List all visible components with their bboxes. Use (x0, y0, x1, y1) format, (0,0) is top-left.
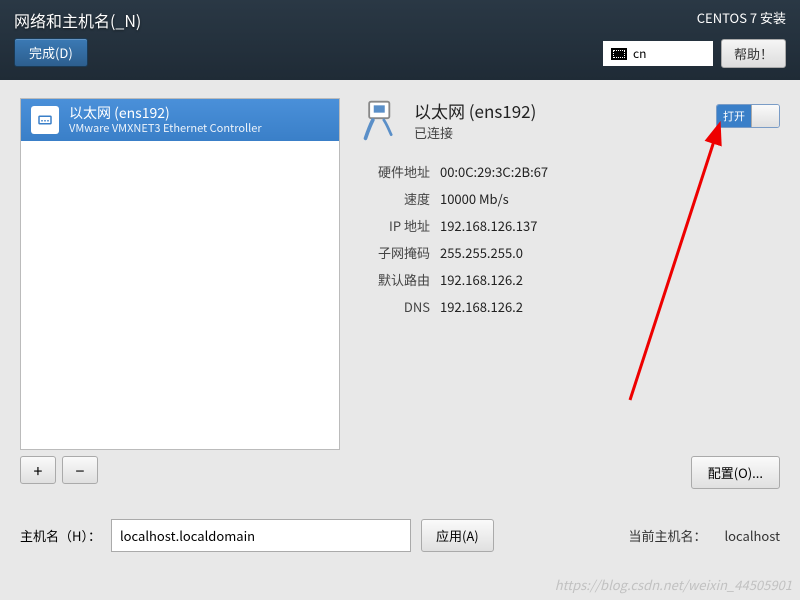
detail-title: 以太网 (ens192) (414, 98, 536, 123)
hostname-label: 主机名（H）： (20, 526, 101, 545)
done-button[interactable]: 完成(D) (14, 38, 88, 67)
installer-title: CENTOS 7 安装 (603, 8, 786, 27)
value-mask: 255.255.255.0 (440, 243, 523, 262)
header-controls: cn 帮助！ (603, 39, 786, 68)
ethernet-icon (360, 98, 404, 142)
header-right: CENTOS 7 安装 cn 帮助！ (603, 8, 786, 68)
configure-button[interactable]: 配置(O)... (691, 456, 780, 489)
add-device-button[interactable]: + (20, 456, 56, 484)
keyboard-icon (611, 48, 627, 60)
device-list[interactable]: 以太网 (ens192) VMware VMXNET3 Ethernet Con… (20, 98, 340, 450)
help-button[interactable]: 帮助！ (721, 39, 786, 68)
connection-status: 已连接 (414, 123, 536, 142)
value-dns: 192.168.126.2 (440, 297, 523, 316)
value-ip: 192.168.126.137 (440, 216, 537, 235)
info-table: 硬件地址 00:0C:29:3C:2B:67 速度 10000 Mb/s IP 地址… (360, 162, 780, 316)
value-speed: 10000 Mb/s (440, 189, 509, 208)
nic-icon (31, 106, 59, 134)
label-dns: DNS (360, 297, 430, 316)
current-hostname-value: localhost (724, 526, 780, 545)
connection-toggle[interactable]: 打开 (716, 104, 780, 128)
hostname-input[interactable] (111, 519, 411, 552)
device-column: 以太网 (ens192) VMware VMXNET3 Ethernet Con… (20, 98, 340, 484)
watermark: https://blog.csdn.net/weixin_44505901 (555, 575, 792, 594)
row-mask: 子网掩码 255.255.255.0 (360, 243, 780, 262)
detail-column: 以太网 (ens192) 已连接 打开 硬件地址 00:0C:29:3C:2B:6… (360, 98, 780, 484)
label-ip: IP 地址 (360, 216, 430, 235)
label-mask: 子网掩码 (360, 243, 430, 262)
current-hostname-label: 当前主机名： (628, 526, 706, 545)
row-gw: 默认路由 192.168.126.2 (360, 270, 780, 289)
label-hw: 硬件地址 (360, 162, 430, 181)
remove-device-button[interactable]: − (62, 456, 98, 484)
toggle-handle (751, 105, 779, 127)
hostname-row: 主机名（H）： 应用(A) 当前主机名： localhost (20, 519, 780, 552)
value-hw: 00:0C:29:3C:2B:67 (440, 162, 548, 181)
device-item-ens192[interactable]: 以太网 (ens192) VMware VMXNET3 Ethernet Con… (21, 99, 339, 141)
toggle-on-label: 打开 (717, 105, 751, 127)
device-subtitle: VMware VMXNET3 Ethernet Controller (69, 122, 262, 135)
toggle-wrap: 打开 (716, 104, 780, 128)
label-speed: 速度 (360, 189, 430, 208)
device-text: 以太网 (ens192) VMware VMXNET3 Ethernet Con… (69, 105, 262, 135)
content-area: 以太网 (ens192) VMware VMXNET3 Ethernet Con… (0, 80, 800, 502)
row-hw: 硬件地址 00:0C:29:3C:2B:67 (360, 162, 780, 181)
detail-title-block: 以太网 (ens192) 已连接 (414, 98, 536, 142)
row-dns: DNS 192.168.126.2 (360, 297, 780, 316)
label-gw: 默认路由 (360, 270, 430, 289)
header-bar: 网络和主机名(_N) 完成(D) CENTOS 7 安装 cn 帮助！ (0, 0, 800, 80)
apply-button[interactable]: 应用(A) (421, 519, 494, 552)
keyboard-indicator[interactable]: cn (603, 41, 713, 66)
value-gw: 192.168.126.2 (440, 270, 523, 289)
row-speed: 速度 10000 Mb/s (360, 189, 780, 208)
current-hostname-block: 当前主机名： localhost (628, 526, 780, 545)
list-buttons: + − (20, 456, 340, 484)
row-ip: IP 地址 192.168.126.137 (360, 216, 780, 235)
keyboard-layout: cn (633, 45, 646, 62)
